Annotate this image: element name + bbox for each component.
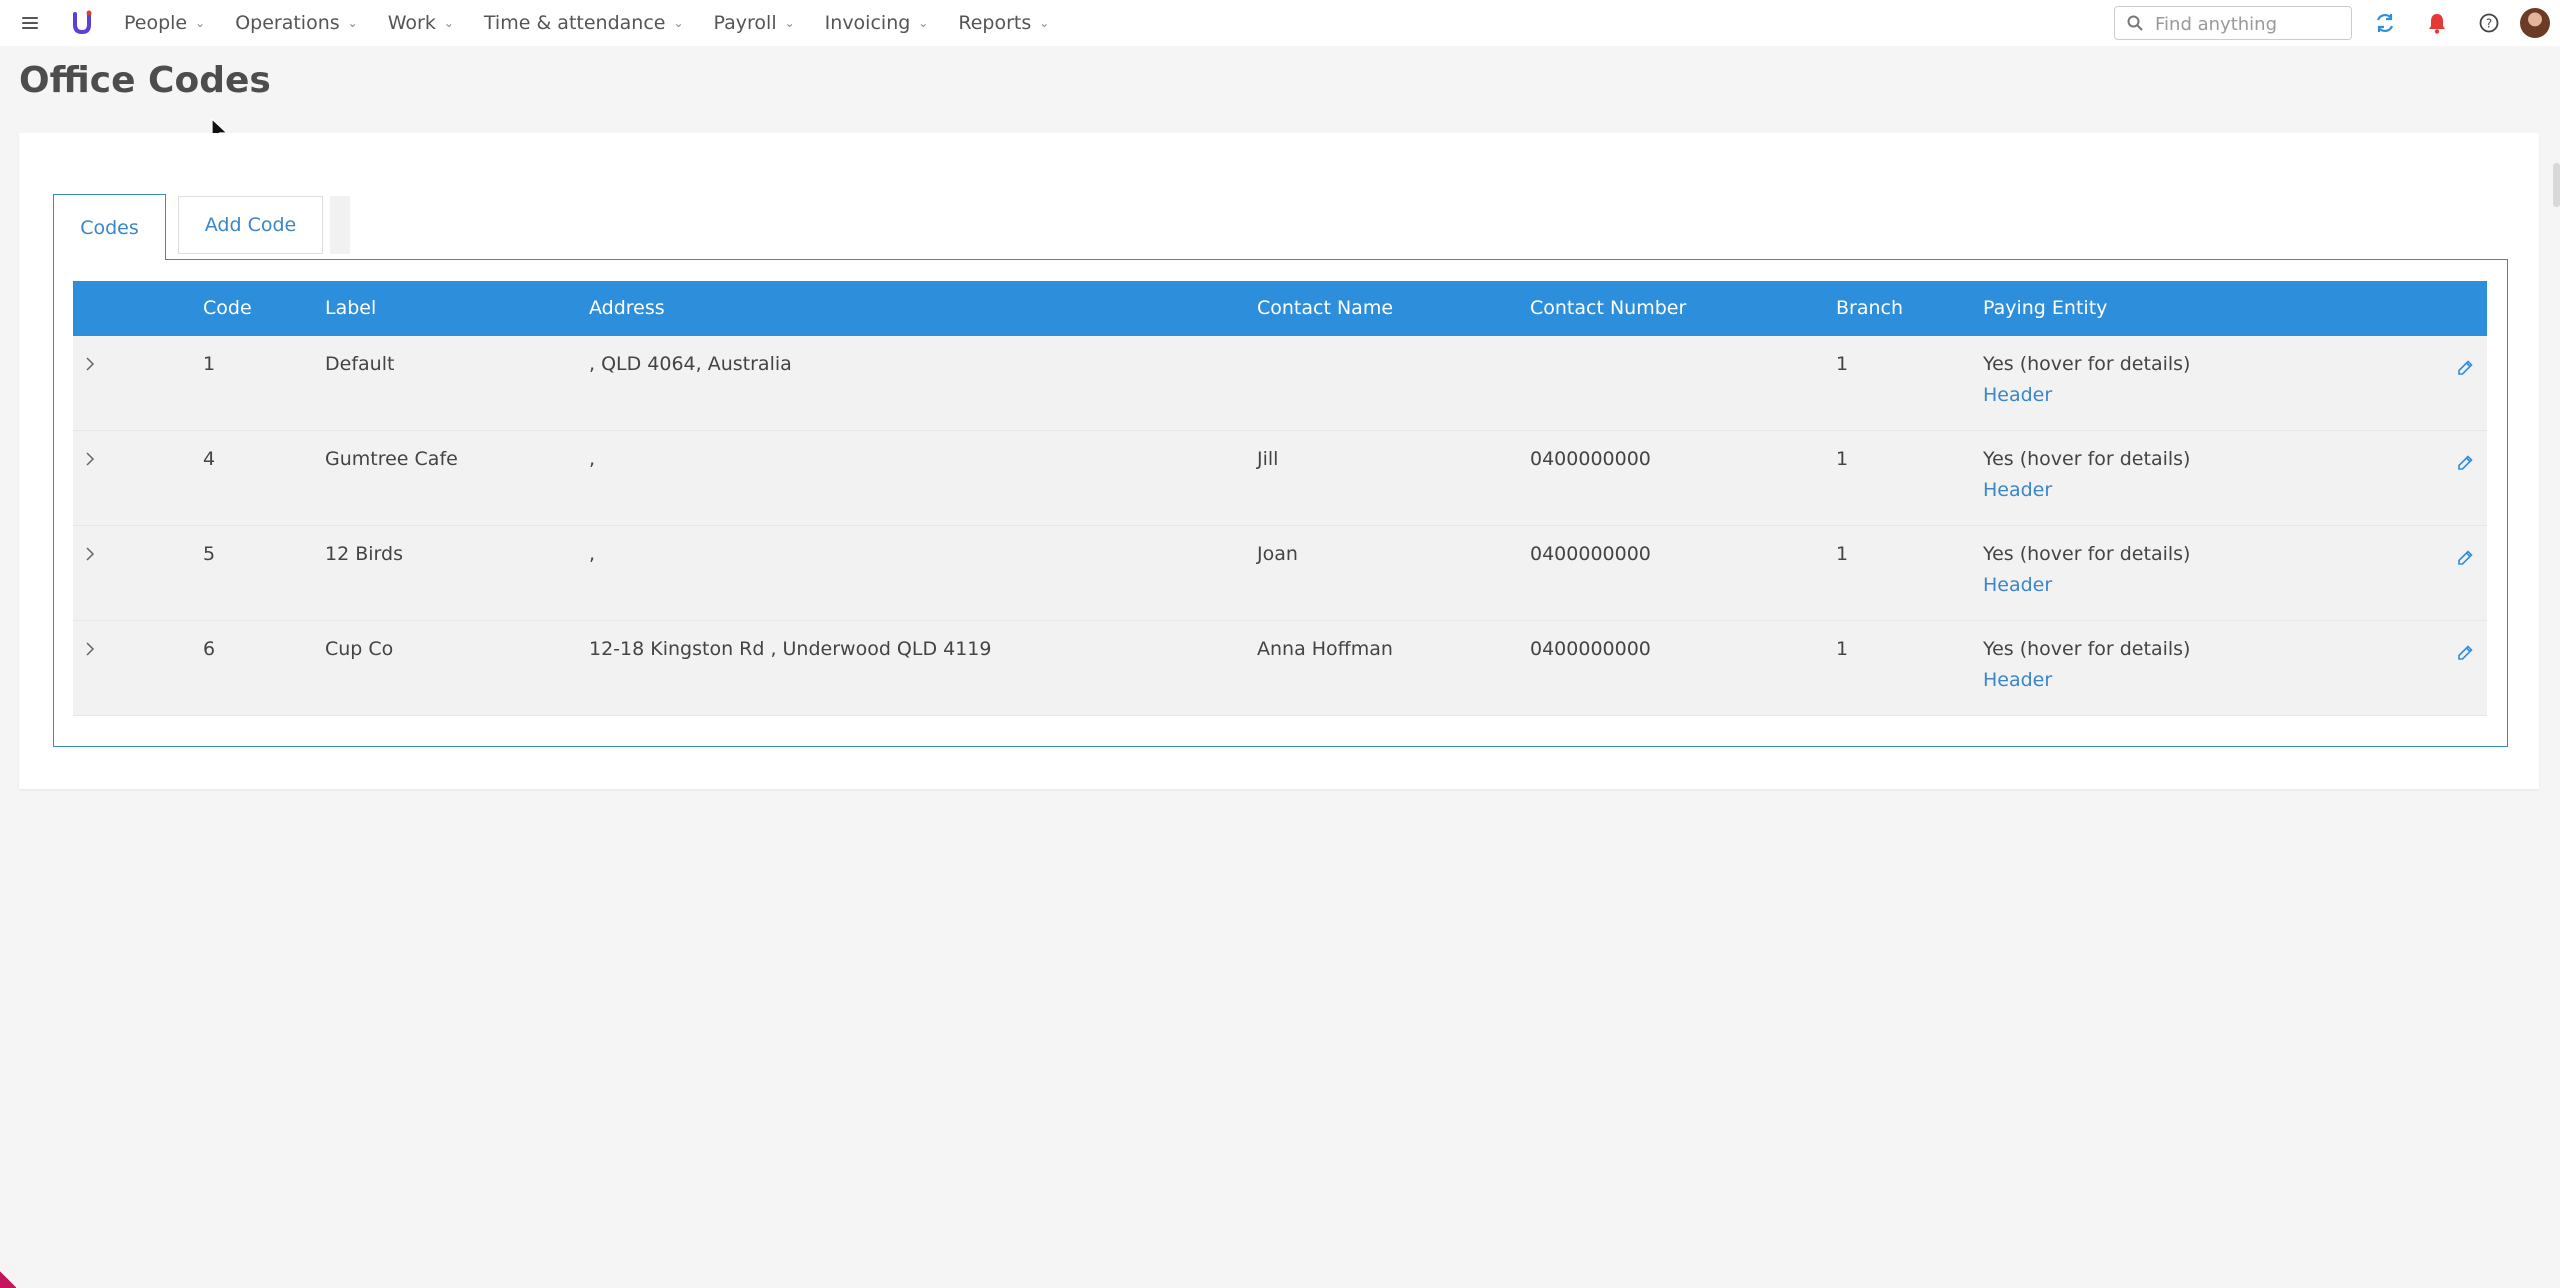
table-header: Code Label Address Contact Name Contact … xyxy=(73,281,2487,336)
pencil-icon[interactable] xyxy=(2455,453,2475,473)
cell-address: , xyxy=(589,543,596,565)
tab-add-code[interactable]: Add Code xyxy=(178,196,323,254)
nav-operations[interactable]: Operations ⌄ xyxy=(235,12,358,34)
top-bar: People ⌄ Operations ⌄ Work ⌄ Time & attenda… xyxy=(0,0,2560,46)
cell-code: 5 xyxy=(203,543,216,565)
cell-branch: 1 xyxy=(1836,448,1849,470)
column-header-address[interactable]: Address xyxy=(589,281,665,336)
column-header-paying-entity[interactable]: Paying Entity xyxy=(1983,281,2107,336)
cell-branch: 1 xyxy=(1836,353,1849,375)
chevron-right-icon[interactable] xyxy=(83,451,97,467)
cell-contact-number: 0400000000 xyxy=(1530,448,1651,470)
cell-label: Gumtree Cafe xyxy=(325,448,458,470)
table-row[interactable]: 4 Gumtree Cafe , Jill 0400000000 1 Yes (… xyxy=(73,431,2487,526)
chevron-down-icon: ⌄ xyxy=(347,16,358,30)
column-header-branch[interactable]: Branch xyxy=(1836,281,1903,336)
cell-code: 6 xyxy=(203,638,216,660)
cell-address: , xyxy=(589,448,596,470)
header-link[interactable]: Header xyxy=(1983,376,2052,414)
nav-work[interactable]: Work ⌄ xyxy=(388,12,454,34)
cell-contact-number: 0400000000 xyxy=(1530,543,1651,565)
cell-address: , QLD 4064, Australia xyxy=(589,353,792,375)
column-header-code[interactable]: Code xyxy=(203,281,252,336)
hamburger-icon[interactable] xyxy=(22,17,38,29)
cell-label: 12 Birds xyxy=(325,543,403,565)
pencil-icon[interactable] xyxy=(2455,548,2475,568)
nav-time-attendance[interactable]: Time & attendance ⌄ xyxy=(484,12,684,34)
cell-branch: 1 xyxy=(1836,638,1849,660)
column-header-contact-name[interactable]: Contact Name xyxy=(1257,281,1393,336)
table-row[interactable]: 1 Default , QLD 4064, Australia 1 Yes (h… xyxy=(73,336,2487,431)
cell-contact-name: Jill xyxy=(1257,448,1279,470)
page-title: Office Codes xyxy=(19,60,271,101)
nav-payroll[interactable]: Payroll ⌄ xyxy=(714,12,795,34)
refresh-icon[interactable] xyxy=(2374,12,2396,34)
main-nav: People ⌄ Operations ⌄ Work ⌄ Time & attenda… xyxy=(124,0,1079,46)
column-header-contact-number[interactable]: Contact Number xyxy=(1530,281,1686,336)
search-icon xyxy=(2127,15,2143,31)
cell-label: Default xyxy=(325,353,395,375)
help-icon[interactable]: ? xyxy=(2478,12,2500,34)
tab-divider xyxy=(330,196,350,254)
chevron-down-icon: ⌄ xyxy=(195,16,206,30)
nav-reports[interactable]: Reports ⌄ xyxy=(958,12,1049,34)
chevron-down-icon: ⌄ xyxy=(918,16,929,30)
cell-contact-name: Anna Hoffman xyxy=(1257,638,1393,660)
header-link[interactable]: Header xyxy=(1983,471,2052,509)
chevron-down-icon: ⌄ xyxy=(784,16,795,30)
column-header-label[interactable]: Label xyxy=(325,281,376,336)
chevron-right-icon[interactable] xyxy=(83,356,97,372)
avatar[interactable] xyxy=(2520,8,2550,38)
search-input[interactable] xyxy=(2153,11,2347,37)
table-row[interactable]: 5 12 Birds , Joan 0400000000 1 Yes (hove… xyxy=(73,526,2487,621)
pencil-icon[interactable] xyxy=(2455,643,2475,663)
chevron-down-icon: ⌄ xyxy=(1039,16,1050,30)
nav-people[interactable]: People ⌄ xyxy=(124,12,205,34)
corner-accent xyxy=(0,1270,16,1288)
cell-code: 4 xyxy=(203,448,216,470)
tab-codes[interactable]: Codes xyxy=(53,194,166,260)
pencil-icon[interactable] xyxy=(2455,358,2475,378)
nav-invoicing[interactable]: Invoicing ⌄ xyxy=(825,12,929,34)
cell-contact-name: Joan xyxy=(1257,543,1298,565)
cell-code: 1 xyxy=(203,353,216,375)
cell-branch: 1 xyxy=(1836,543,1849,565)
chevron-right-icon[interactable] xyxy=(83,641,97,657)
scrollbar[interactable] xyxy=(2553,163,2560,207)
svg-text:?: ? xyxy=(2486,17,2492,31)
cell-label: Cup Co xyxy=(325,638,394,660)
chevron-right-icon[interactable] xyxy=(83,546,97,562)
search-box[interactable] xyxy=(2114,6,2352,40)
cell-contact-number: 0400000000 xyxy=(1530,638,1651,660)
table-row[interactable]: 6 Cup Co 12-18 Kingston Rd , Underwood Q… xyxy=(73,621,2487,716)
header-link[interactable]: Header xyxy=(1983,566,2052,604)
logo-icon[interactable] xyxy=(70,10,94,36)
office-codes-table: Code Label Address Contact Name Contact … xyxy=(73,281,2487,716)
cell-address: 12-18 Kingston Rd , Underwood QLD 4119 xyxy=(589,638,992,660)
chevron-down-icon: ⌄ xyxy=(673,16,684,30)
header-link[interactable]: Header xyxy=(1983,661,2052,699)
chevron-down-icon: ⌄ xyxy=(443,16,454,30)
bell-icon[interactable] xyxy=(2426,12,2448,34)
